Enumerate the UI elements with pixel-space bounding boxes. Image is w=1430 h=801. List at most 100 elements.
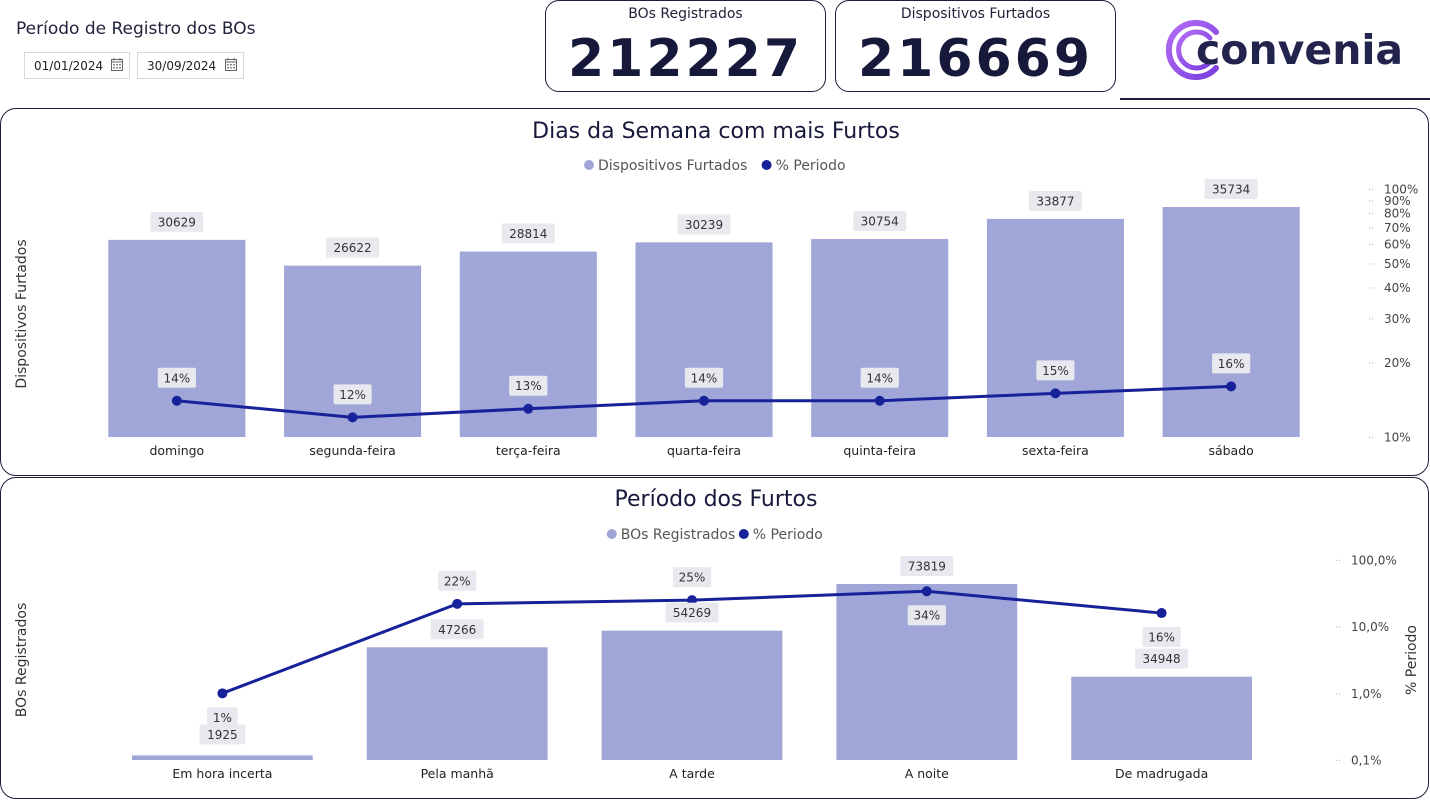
bar	[1162, 207, 1300, 437]
kpi-value: 212227	[567, 29, 804, 89]
weekday-chart: Dias da Semana com mais Furtos Dispositiv…	[14, 119, 1418, 458]
y2-tick-dots: ··	[1368, 284, 1374, 295]
y2-tick-label: 100,0%	[1351, 554, 1397, 568]
bar-data-label: 47266	[438, 623, 476, 637]
x-tick-label: A noite	[905, 766, 949, 781]
line-point	[921, 586, 932, 597]
bar-data-label: 30754	[861, 215, 899, 229]
bar-data-label: 54269	[673, 606, 711, 620]
bar	[108, 239, 246, 437]
line-point	[523, 403, 534, 414]
y2-tick-label: 1,0%	[1351, 687, 1382, 701]
line-point	[1050, 388, 1061, 399]
y2-tick-dots: ··	[1368, 223, 1374, 234]
start-date-input[interactable]: 01/01/2024	[24, 52, 130, 79]
x-tick-label: De madrugada	[1115, 766, 1208, 781]
bar-data-label: 28814	[509, 227, 547, 241]
bar-data-label: 30239	[685, 218, 723, 232]
legend-marker-line	[738, 529, 749, 539]
y2-tick-dots: ··	[1368, 260, 1374, 271]
calendar-icon[interactable]	[111, 58, 123, 71]
y2-tick-dots: ··	[1368, 358, 1374, 369]
y-axis-label: Dispositivos Furtados	[14, 239, 30, 388]
y2-tick-dots: ··	[1368, 315, 1374, 326]
bar	[366, 647, 548, 760]
y2-tick-dots: ··	[1335, 556, 1341, 567]
bar	[132, 755, 313, 760]
weekday-chart-panel: Dias da Semana com mais Furtos Dispositiv…	[0, 108, 1429, 476]
legend-label: % Periodo	[753, 527, 823, 543]
end-date-input[interactable]: 30/09/2024	[137, 52, 244, 79]
line-point	[699, 395, 709, 406]
period-chart-panel: Período dos Furtos BOs Registrados % Perio…	[0, 477, 1429, 799]
end-date-value: 30/09/2024	[147, 58, 217, 73]
convenia-logo: convenia	[1165, 20, 1403, 80]
x-tick-label: segunda-feira	[309, 443, 395, 458]
bar-data-label: 34948	[1143, 652, 1181, 666]
y2-tick-label: 60%	[1384, 238, 1411, 252]
kpi-label: BOs Registrados	[628, 6, 743, 22]
bar-data-label: 73819	[908, 560, 946, 574]
line-data-label: 1%	[213, 711, 232, 725]
bar-data-label: 26622	[333, 241, 371, 255]
line-data-label: 14%	[164, 371, 191, 385]
bar-data-label: 35734	[1212, 183, 1250, 197]
x-tick-label: sábado	[1208, 443, 1253, 458]
line-point	[1156, 608, 1167, 619]
bar-data-label: 30629	[158, 215, 196, 229]
legend-marker-bar	[606, 529, 617, 539]
brand-logo: convenia	[1120, 0, 1430, 100]
line-data-label: 16%	[1218, 357, 1245, 371]
x-tick-label: quarta-feira	[667, 443, 741, 458]
kpi-card-bos: BOs Registrados 212227	[545, 0, 826, 92]
kpi-value: 216669	[857, 29, 1094, 89]
chart-title: Dias da Semana com mais Furtos	[532, 119, 900, 144]
bar-data-label: 33877	[1036, 194, 1074, 208]
bar	[1071, 676, 1252, 760]
bar-data-label: 1925	[207, 728, 238, 742]
x-tick-label: Pela manhã	[421, 766, 494, 781]
bar	[601, 630, 783, 760]
line-data-label: 14%	[691, 371, 718, 385]
line-data-label: 15%	[1042, 364, 1069, 378]
line-point	[1226, 381, 1237, 392]
period-filter-title: Período de Registro dos BOs	[16, 19, 256, 39]
y2-tick-dots: ··	[1368, 433, 1374, 444]
x-tick-label: terça-feira	[496, 443, 561, 458]
y2-tick-label: 30%	[1384, 312, 1411, 326]
y2-tick-label: 0,1%	[1351, 754, 1382, 768]
line-data-label: 25%	[679, 571, 706, 585]
line-data-label: 14%	[866, 371, 893, 385]
line-data-label: 34%	[913, 609, 940, 623]
line-point	[347, 412, 358, 423]
line-point	[452, 598, 463, 609]
y2-tick-label: 20%	[1384, 356, 1411, 370]
y2-tick-label: 80%	[1384, 207, 1411, 221]
bar	[986, 218, 1124, 437]
calendar-icon[interactable]	[225, 58, 237, 71]
line-data-label: 22%	[444, 574, 471, 588]
bar	[811, 239, 949, 437]
start-date-value: 01/01/2024	[34, 58, 104, 73]
kpi-label: Dispositivos Furtados	[900, 6, 1051, 22]
y2-tick-dots: ··	[1368, 185, 1374, 196]
legend-label: % Periodo	[776, 158, 846, 174]
y2-tick-label: 70%	[1384, 221, 1411, 235]
line-point	[217, 688, 228, 699]
line-data-label: 12%	[339, 388, 366, 402]
logo-text: convenia	[1196, 26, 1403, 74]
x-tick-label: A tarde	[669, 766, 715, 781]
y-axis-label: BOs Registrados	[14, 603, 30, 717]
y2-tick-dots: ··	[1368, 209, 1374, 220]
x-tick-label: domingo	[149, 443, 204, 458]
legend-marker-line	[761, 160, 772, 170]
line-point	[171, 395, 182, 406]
x-tick-label: quinta-feira	[843, 443, 916, 458]
bar	[284, 265, 422, 437]
x-tick-label: sexta-feira	[1022, 443, 1089, 458]
y2-tick-dots: ··	[1335, 756, 1341, 767]
y2-tick-dots: ··	[1368, 240, 1374, 251]
bar	[635, 242, 773, 437]
y2-tick-dots: ··	[1335, 623, 1341, 634]
y2-tick-label: 10,0%	[1351, 620, 1389, 634]
